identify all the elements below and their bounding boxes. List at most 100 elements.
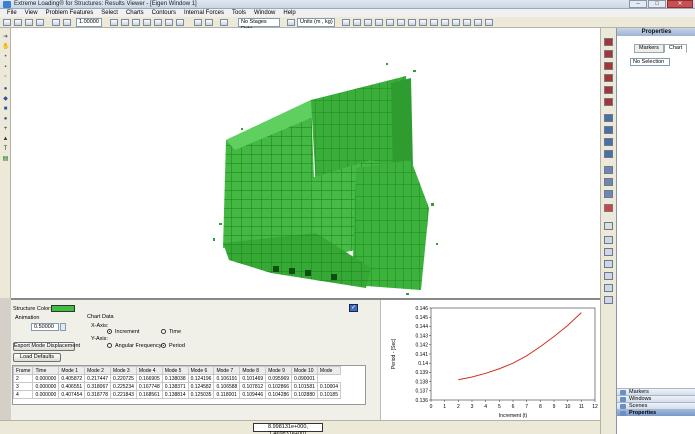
loop-icon[interactable]	[176, 19, 184, 26]
nav-windows[interactable]: Windows	[617, 395, 695, 402]
table-header-cell[interactable]: Mode 9	[265, 366, 293, 375]
measure-icon[interactable]	[342, 19, 350, 26]
last-frame-icon[interactable]	[165, 19, 173, 26]
zoom-window-icon[interactable]	[604, 260, 613, 268]
view-back-icon[interactable]	[604, 50, 613, 58]
zoom-all-icon[interactable]	[604, 284, 613, 292]
table-row[interactable]: 3 0.000000 0.406551 0.318067 0.225234 0.16774…	[13, 382, 341, 391]
structure-color-swatch[interactable]	[51, 305, 75, 312]
grid-icon[interactable]	[364, 19, 372, 26]
rotate-icon[interactable]	[604, 126, 613, 134]
view-top-icon[interactable]	[604, 86, 613, 94]
stack-icon[interactable]	[604, 178, 613, 186]
table-header-cell[interactable]: Mode 5	[161, 366, 189, 375]
fit-icon[interactable]	[353, 19, 361, 26]
step-icon[interactable]	[121, 19, 129, 26]
stop-icon[interactable]	[132, 19, 140, 26]
load-defaults-button[interactable]: Load Defaults	[13, 353, 61, 362]
chart-icon[interactable]	[463, 19, 471, 26]
view-bottom-icon[interactable]	[604, 98, 613, 106]
menu-window[interactable]: Window	[250, 9, 279, 17]
scale-input[interactable]: 1.00000	[76, 18, 102, 27]
settings-icon[interactable]	[485, 19, 493, 26]
table-header-cell[interactable]: Mode 1	[58, 366, 86, 375]
text-icon[interactable]: T	[2, 146, 9, 152]
clip-icon[interactable]	[430, 19, 438, 26]
menu-help[interactable]: Help	[279, 9, 299, 17]
menu-select[interactable]: Select	[97, 9, 122, 17]
help-icon[interactable]: ✓	[349, 304, 358, 312]
circle-icon[interactable]: ●	[2, 116, 9, 122]
zoom-prev-icon[interactable]	[604, 296, 613, 304]
menu-charts[interactable]: Charts	[122, 9, 148, 17]
spin-icon[interactable]	[604, 150, 613, 158]
tab-chart[interactable]: Chart	[663, 44, 688, 53]
menu-file[interactable]: File	[3, 9, 21, 17]
stages-dropdown[interactable]: No Stages Data	[238, 18, 280, 32]
nav-markers[interactable]: Markers	[617, 388, 695, 395]
menu-contours[interactable]: Contours	[148, 9, 180, 17]
filter-icon[interactable]	[604, 190, 613, 198]
zoom-fit-icon[interactable]	[604, 272, 613, 280]
table-header-cell[interactable]: Time	[32, 366, 60, 375]
record-icon[interactable]	[143, 19, 151, 26]
tab-markers[interactable]: Markers	[634, 44, 664, 53]
table-header-cell[interactable]: Mode 3	[110, 366, 137, 375]
export-mode-displacement-button[interactable]: Export Mode Displacement	[13, 342, 80, 351]
copy-icon[interactable]	[52, 19, 60, 26]
layer-icon[interactable]: ▤	[2, 156, 9, 162]
menu-problem-features[interactable]: Problem Features	[42, 9, 98, 17]
wire-icon[interactable]	[397, 19, 405, 26]
triangle-icon[interactable]: ▲	[2, 136, 9, 142]
shade-icon[interactable]	[408, 19, 416, 26]
play-icon[interactable]	[110, 19, 118, 26]
table-header-cell[interactable]: Mode 4	[135, 366, 163, 375]
model-viewport[interactable]	[11, 28, 600, 298]
camera-icon[interactable]	[194, 19, 202, 26]
table-header-cell[interactable]: Frame	[13, 366, 34, 375]
target-icon[interactable]	[604, 204, 613, 212]
x-time-radio[interactable]	[161, 329, 166, 334]
section-icon[interactable]	[419, 19, 427, 26]
selection-dropdown[interactable]: No Selection	[630, 58, 670, 66]
table-row[interactable]: 2 0.000000 0.405872 0.217447 0.220725 0.16690…	[13, 374, 341, 383]
first-frame-icon[interactable]	[154, 19, 162, 26]
units-dropdown[interactable]: Units (m , kg)	[297, 18, 335, 27]
node-icon[interactable]: •	[2, 54, 9, 60]
animation-input[interactable]: 0.50000	[31, 323, 59, 331]
diamond-icon[interactable]: ◆	[2, 96, 9, 102]
close-button[interactable]: ✕	[667, 0, 693, 8]
nav-properties[interactable]: Properties	[617, 409, 695, 416]
open-icon[interactable]	[14, 19, 22, 26]
stage-prev-icon[interactable]	[220, 19, 228, 26]
view-right-icon[interactable]	[604, 74, 613, 82]
animation-stepper[interactable]	[60, 323, 66, 331]
maximize-button[interactable]: □	[648, 0, 666, 8]
face-icon[interactable]: ▫	[2, 74, 9, 80]
view-front-icon[interactable]	[604, 38, 613, 46]
select-icon[interactable]: ➜	[2, 34, 9, 40]
axes-icon[interactable]	[375, 19, 383, 26]
zoom-out-icon[interactable]	[604, 248, 613, 256]
nav-scenes[interactable]: Scenes	[617, 402, 695, 409]
deform-icon[interactable]	[441, 19, 449, 26]
plus-icon[interactable]: +	[2, 126, 9, 132]
table-header-cell[interactable]: Mode	[316, 366, 341, 375]
pointer-icon[interactable]	[604, 222, 613, 230]
menu-view[interactable]: View	[21, 9, 42, 17]
table-header-cell[interactable]: Mode 7	[213, 366, 241, 375]
table-header-cell[interactable]: Mode 2	[84, 366, 112, 375]
y-angular-frequency-radio[interactable]	[107, 343, 112, 348]
new-icon[interactable]	[3, 19, 11, 26]
table-header-cell[interactable]: Mode 10	[291, 366, 318, 375]
table-header-cell[interactable]: Mode 8	[239, 366, 267, 375]
export-icon[interactable]	[474, 19, 482, 26]
menu-internal-forces[interactable]: Internal Forces	[180, 9, 228, 17]
point-icon[interactable]: ●	[2, 86, 9, 92]
x-increment-radio[interactable]	[107, 329, 112, 334]
zoom-in-icon[interactable]	[604, 236, 613, 244]
pan-icon[interactable]: ✋	[2, 44, 9, 50]
table-row[interactable]: 4 0.000000 0.407454 0.318778 0.221843 0.16856…	[13, 390, 341, 399]
scale-icon[interactable]	[63, 19, 71, 26]
units-icon[interactable]	[287, 19, 295, 26]
